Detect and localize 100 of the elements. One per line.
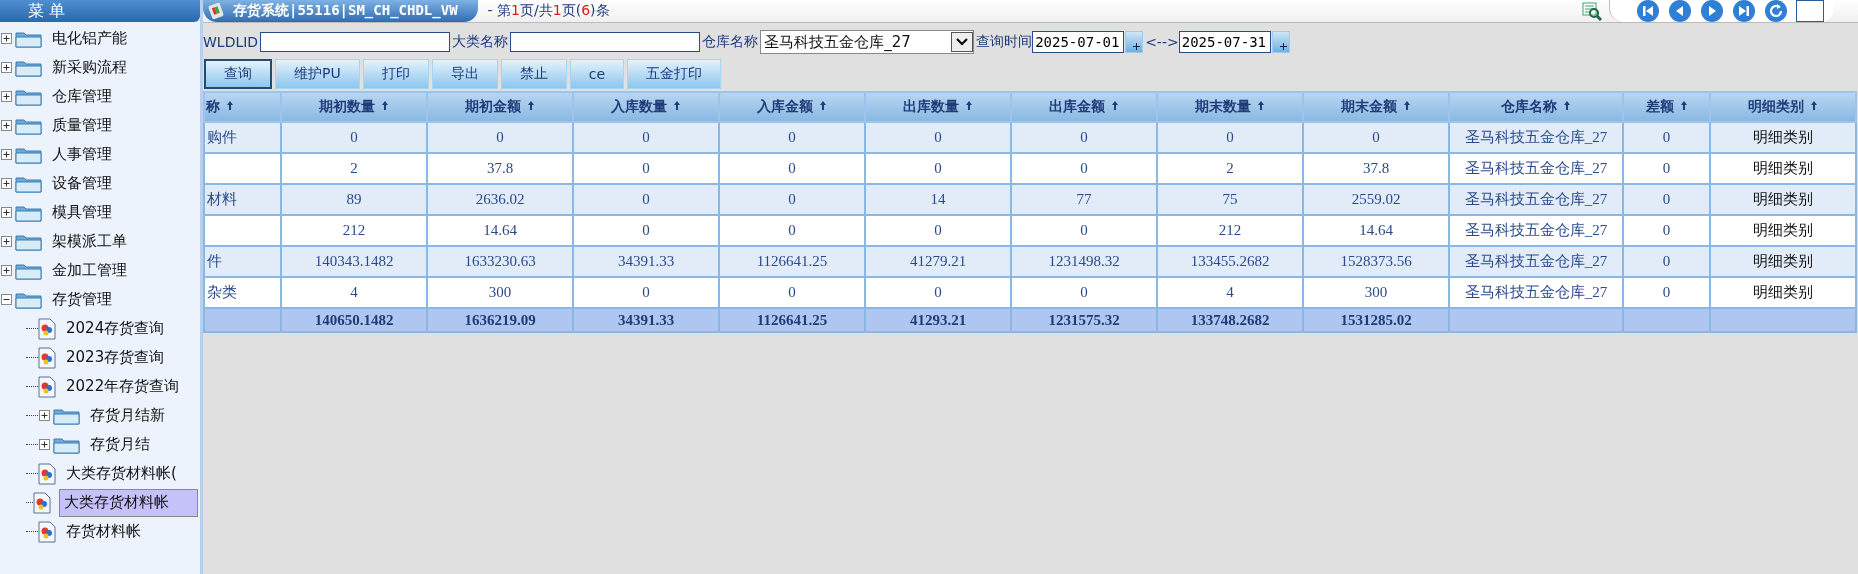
- table-cell: 明细类别: [1753, 252, 1813, 270]
- toolbar-button[interactable]: 导出: [431, 59, 498, 89]
- table-cell: 14.64: [1359, 222, 1393, 238]
- table-cell: 2559.02: [1351, 191, 1401, 207]
- table-cell: 0: [934, 129, 942, 145]
- plus-icon[interactable]: [1, 91, 12, 102]
- plus-icon[interactable]: [39, 439, 50, 450]
- tree-item[interactable]: 2022年存货查询: [62, 375, 184, 398]
- minus-icon[interactable]: [1, 294, 12, 305]
- column-header[interactable]: 明细类别: [1710, 92, 1856, 122]
- table-cell: 0: [1226, 129, 1234, 145]
- column-header[interactable]: 仓库名称: [1449, 92, 1623, 122]
- page-info: - 第1页/共1页(6)条: [487, 2, 610, 20]
- previous-page-icon[interactable]: [1668, 0, 1692, 23]
- table-cell: 34391.33: [617, 253, 675, 269]
- table-cell: 1126641.25: [756, 253, 828, 269]
- sort-arrow-icon: [673, 100, 681, 111]
- plus-icon[interactable]: [1, 236, 12, 247]
- field-label: WLDLID: [203, 34, 259, 50]
- table-cell: 77: [1076, 191, 1092, 207]
- table-cell: 0: [1662, 253, 1671, 269]
- tree-item[interactable]: 金加工管理: [48, 259, 131, 282]
- date-picker-icon[interactable]: [1271, 31, 1290, 53]
- document-icon: [38, 346, 56, 369]
- table-cell: 0: [642, 160, 650, 176]
- table-cell: 0: [1662, 160, 1671, 176]
- plus-icon[interactable]: [1, 149, 12, 160]
- plus-icon[interactable]: [1, 207, 12, 218]
- refresh-icon[interactable]: [1764, 0, 1788, 23]
- total-cell: 1531285.02: [1340, 311, 1412, 328]
- tree-item[interactable]: 2024存货查询: [62, 317, 169, 340]
- column-header[interactable]: 期初数量: [281, 92, 427, 122]
- first-page-icon[interactable]: [1636, 0, 1660, 23]
- tree-item[interactable]: 大类存货材料帐: [58, 488, 198, 517]
- table-cell: 1633230.63: [464, 253, 536, 269]
- search-icon[interactable]: [1581, 1, 1603, 21]
- column-header[interactable]: 期末数量: [1157, 92, 1303, 122]
- toolbar-button[interactable]: ce: [569, 59, 624, 89]
- date-field[interactable]: 2025-07-31: [1178, 31, 1271, 53]
- sort-arrow-icon: [1679, 100, 1688, 111]
- table-cell: 41279.21: [909, 253, 967, 269]
- plus-icon[interactable]: [1, 265, 12, 276]
- toolbar-button[interactable]: 五金打印: [627, 59, 721, 89]
- plus-icon[interactable]: [1, 62, 12, 73]
- date-field[interactable]: 2025-07-01: [1032, 31, 1125, 53]
- document-icon: [38, 317, 56, 340]
- table-cell: 1231498.32: [1048, 253, 1120, 269]
- table-cell: 212: [1218, 222, 1242, 238]
- table-cell: 0: [1662, 222, 1671, 238]
- column-header[interactable]: 称: [204, 92, 281, 122]
- tree-item[interactable]: 设备管理: [48, 172, 116, 195]
- column-header[interactable]: 入库金额: [719, 92, 865, 122]
- tree-item[interactable]: 存货月结: [86, 433, 154, 456]
- tree-item[interactable]: 架模派工单: [48, 230, 131, 253]
- table-cell: 0: [788, 284, 796, 300]
- table-cell: 圣马科技五金仓库_27: [1464, 191, 1608, 207]
- last-page-icon[interactable]: [1732, 0, 1756, 23]
- tree-item[interactable]: 存货月结新: [86, 404, 169, 427]
- tree-item[interactable]: 存货管理: [48, 288, 116, 311]
- table-cell: 圣马科技五金仓库_27: [1464, 284, 1608, 300]
- warehouse-dropdown[interactable]: 圣马科技五金仓库_27: [760, 30, 975, 54]
- table-cell: 圣马科技五金仓库_27: [1464, 222, 1608, 238]
- column-header[interactable]: 期初金额: [427, 92, 573, 122]
- toolbar-button[interactable]: 禁止: [500, 59, 567, 89]
- column-header[interactable]: 差额: [1623, 92, 1710, 122]
- total-cell: 41293.21: [909, 311, 967, 328]
- tree-item[interactable]: 存货材料帐: [62, 520, 145, 543]
- sort-arrow-icon: [819, 100, 827, 111]
- document-icon: [38, 462, 56, 485]
- column-header[interactable]: 出库金额: [1011, 92, 1157, 122]
- column-header[interactable]: 出库数量: [865, 92, 1011, 122]
- sort-arrow-icon: [381, 100, 389, 111]
- total-cell: 1636219.09: [464, 311, 536, 328]
- table-cell: 14.64: [483, 222, 517, 238]
- plus-icon[interactable]: [1, 120, 12, 131]
- tree-item[interactable]: 人事管理: [48, 143, 116, 166]
- toolbar-button[interactable]: 打印: [362, 59, 429, 89]
- plus-icon[interactable]: [1, 33, 12, 44]
- toolbar-button[interactable]: 维护PU: [275, 59, 360, 89]
- tree-item[interactable]: 仓库管理: [48, 85, 116, 108]
- column-header[interactable]: 期末金额: [1303, 92, 1449, 122]
- tree-item[interactable]: 新采购流程: [48, 56, 131, 79]
- column-header[interactable]: 入库数量: [573, 92, 719, 122]
- table-cell: 0: [1080, 284, 1088, 300]
- table-cell: 0: [788, 222, 796, 238]
- date-picker-icon[interactable]: [1125, 31, 1144, 53]
- text-field[interactable]: [260, 32, 451, 52]
- tree-item[interactable]: 质量管理: [48, 114, 116, 137]
- total-cell: 1126641.25: [756, 311, 828, 328]
- next-page-icon[interactable]: [1700, 0, 1724, 23]
- tree-item[interactable]: 模具管理: [48, 201, 116, 224]
- toolbar-button[interactable]: 查询: [204, 59, 272, 89]
- page-number-field[interactable]: [1796, 0, 1824, 22]
- text-field[interactable]: [510, 32, 701, 52]
- tree-item[interactable]: 大类存货材料帐(: [62, 462, 181, 485]
- tree-item[interactable]: 2023存货查询: [62, 346, 169, 369]
- plus-icon[interactable]: [1, 178, 12, 189]
- table-cell: 2: [350, 160, 358, 176]
- plus-icon[interactable]: [39, 410, 50, 421]
- tree-item[interactable]: 电化铝产能: [48, 27, 131, 50]
